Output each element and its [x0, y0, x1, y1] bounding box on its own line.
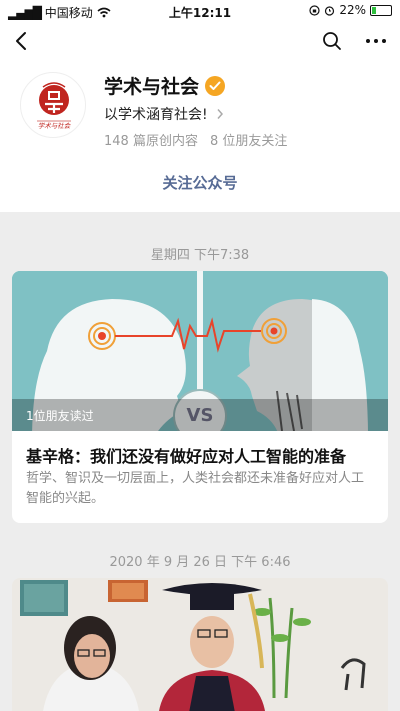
original-article-count: 148 篇原创内容 — [104, 134, 198, 149]
follow-account-button[interactable]: 关注公众号 — [0, 172, 400, 193]
back-arrow-icon[interactable] — [14, 30, 28, 52]
account-stats: 148 篇原创内容 8 位朋友关注 — [104, 130, 287, 149]
friends-read-label: 1位朋友读过 — [26, 409, 94, 423]
article-card[interactable]: VS 1位朋友读过 基辛格：我们还没有做好应对人工智能的准备 哲学、智识及一切层… — [12, 271, 388, 523]
account-description[interactable]: 以学术涵育社会! — [104, 104, 224, 124]
friends-follow-count: 8 位朋友关注 — [209, 134, 288, 149]
status-bar: ▂▄▆█ 中国移动 上午12:11 22% — [0, 0, 400, 22]
battery-percent: 22% — [339, 3, 366, 17]
account-logo: 学术与社会 — [37, 82, 72, 130]
account-avatar[interactable]: 学术与社会 — [20, 72, 86, 138]
alarm-icon — [325, 5, 335, 16]
article-card[interactable] — [12, 578, 388, 711]
feed-date: 2020 年 9 月 26 日 下午 6:46 — [109, 555, 291, 570]
article-cover-image: VS 1位朋友读过 — [12, 271, 388, 431]
feed-date: 星期四 下午7:38 — [150, 248, 250, 263]
nav-bar — [0, 22, 400, 62]
more-options-icon[interactable] — [366, 39, 386, 43]
account-name-row: 学术与社会 — [104, 72, 226, 99]
account-profile: 学术与社会 学术与社会 以学术涵育社会! 148 篇原创内容 8 位朋友关注 关… — [0, 62, 400, 212]
battery-icon — [370, 4, 392, 16]
verified-badge-icon — [205, 75, 226, 96]
svg-text:学术与社会: 学术与社会 — [38, 122, 72, 130]
account-slogan: 以学术涵育社会! — [104, 107, 208, 123]
article-cover-photo — [12, 578, 388, 711]
account-name: 学术与社会 — [104, 76, 200, 98]
chevron-right-icon — [217, 109, 223, 119]
article-title: 基辛格：我们还没有做好应对人工智能的准备 — [26, 447, 347, 466]
vs-label: VS — [187, 405, 214, 426]
article-summary: 哲学、智识及一切层面上，人类社会都还未准备好应对人工智能的兴起。 — [26, 471, 365, 506]
search-icon[interactable] — [322, 31, 342, 51]
status-right: 22% — [309, 3, 392, 17]
rotation-lock-icon — [309, 4, 320, 16]
